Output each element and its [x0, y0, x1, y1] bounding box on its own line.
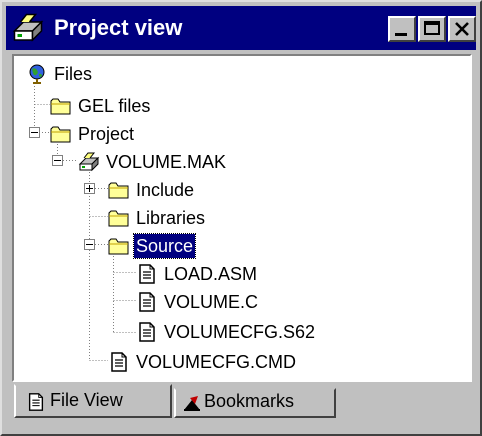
- file-icon: [108, 352, 130, 372]
- view-tabs: File View Bookmarks: [12, 384, 472, 428]
- folder-icon: [108, 208, 130, 228]
- tab-label: File View: [50, 390, 123, 410]
- tree-item-label: Files: [54, 64, 93, 84]
- minimize-button[interactable]: [388, 16, 416, 42]
- tree-item-label: VOLUME.MAK: [106, 152, 227, 172]
- tree-item-label: Project: [78, 124, 135, 144]
- folder-icon: [108, 236, 130, 256]
- expand-icon[interactable]: [84, 183, 95, 194]
- file-icon: [136, 322, 158, 342]
- project-icon: [10, 13, 46, 43]
- project-view-window: Project view Files GEL files Project VOL…: [0, 0, 482, 436]
- maximize-icon: [424, 21, 440, 35]
- close-icon: [455, 22, 469, 36]
- tree-item-label: VOLUMECFG.S62: [164, 322, 316, 342]
- bookmark-icon: [182, 394, 202, 414]
- tab-file-view[interactable]: File View: [14, 384, 172, 418]
- tree-item-label: GEL files: [78, 96, 151, 116]
- collapse-icon[interactable]: [29, 127, 40, 138]
- tree-item-label: VOLUMECFG.CMD: [136, 352, 297, 372]
- folder-icon: [50, 96, 72, 116]
- tree-item-label: LOAD.ASM: [164, 264, 258, 284]
- file-icon: [136, 264, 158, 284]
- close-button[interactable]: [448, 16, 476, 42]
- minimize-icon: [395, 33, 407, 36]
- file-tree[interactable]: Files GEL files Project VOLUME.MAK Inclu…: [12, 54, 472, 382]
- tab-bookmarks[interactable]: Bookmarks: [174, 388, 336, 418]
- collapse-icon[interactable]: [84, 239, 95, 250]
- tree-item-label: Source: [132, 233, 197, 259]
- tab-label: Bookmarks: [204, 391, 295, 411]
- tree-item-label: Include: [136, 180, 195, 200]
- title-bar[interactable]: Project view: [6, 6, 476, 50]
- folder-icon: [50, 124, 72, 144]
- file-icon: [136, 292, 158, 312]
- maximize-button[interactable]: [418, 16, 446, 42]
- tree-item-label: VOLUME.C: [164, 292, 259, 312]
- window-title: Project view: [54, 15, 183, 40]
- globe-icon: [26, 64, 48, 84]
- folder-icon: [108, 180, 130, 200]
- file-icon: [26, 392, 46, 412]
- project-icon: [78, 152, 100, 172]
- tree-item-label: Libraries: [136, 208, 206, 228]
- collapse-icon[interactable]: [52, 155, 63, 166]
